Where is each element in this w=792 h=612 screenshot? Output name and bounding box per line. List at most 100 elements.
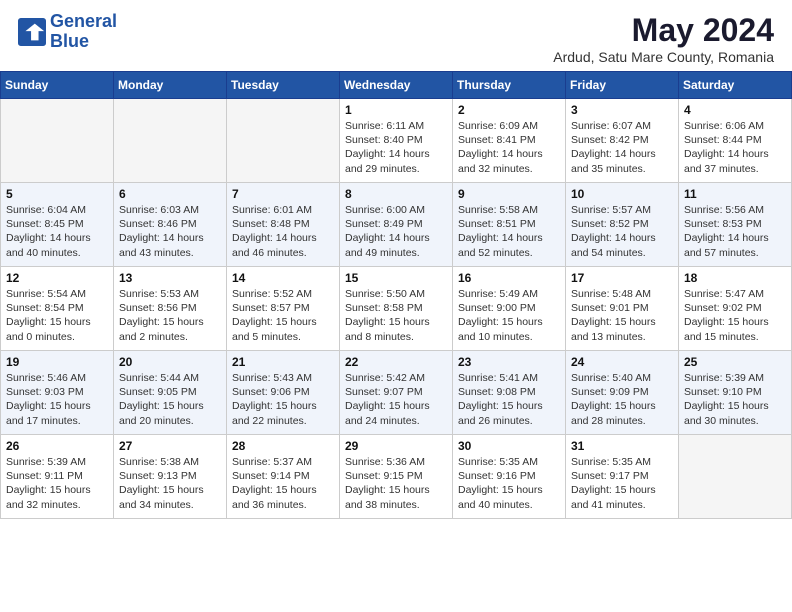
cell-content: 16Sunrise: 5:49 AM Sunset: 9:00 PM Dayli… xyxy=(458,271,560,346)
day-number: 19 xyxy=(6,355,108,369)
day-number: 16 xyxy=(458,271,560,285)
day-number: 4 xyxy=(684,103,786,117)
cell-content: 1Sunrise: 6:11 AM Sunset: 8:40 PM Daylig… xyxy=(345,103,447,178)
day-info: Sunrise: 5:50 AM Sunset: 8:58 PM Dayligh… xyxy=(345,287,447,344)
calendar-table: SundayMondayTuesdayWednesdayThursdayFrid… xyxy=(0,71,792,519)
calendar-cell: 3Sunrise: 6:07 AM Sunset: 8:42 PM Daylig… xyxy=(566,99,679,183)
day-info: Sunrise: 5:46 AM Sunset: 9:03 PM Dayligh… xyxy=(6,371,108,428)
cell-content: 30 Sunrise: 5:35 AM Sunset: 9:16 PM Dayli… xyxy=(458,439,560,514)
day-number: 22 xyxy=(345,355,447,369)
cell-content: 15 Sunrise: 5:50 AM Sunset: 8:58 PM Dayli… xyxy=(345,271,447,346)
day-info: Sunrise: 6:01 AM Sunset: 8:48 PM Dayligh… xyxy=(232,203,334,260)
cell-content: 24Sunrise: 5:40 AM Sunset: 9:09 PM Dayli… xyxy=(571,355,673,430)
day-info: Sunrise: 6:11 AM Sunset: 8:40 PM Dayligh… xyxy=(345,119,447,176)
title-block: May 2024 Ardud, Satu Mare County, Romani… xyxy=(553,12,774,65)
day-number: 14 xyxy=(232,271,334,285)
day-number: 18 xyxy=(684,271,786,285)
day-number: 27 xyxy=(119,439,221,453)
day-info: Sunrise: 5:39 AM Sunset: 9:10 PM Dayligh… xyxy=(684,371,786,428)
page-header: General Blue May 2024 Ardud, Satu Mare C… xyxy=(0,0,792,71)
day-info: Sunrise: 5:35 AM Sunset: 9:17 PM Dayligh… xyxy=(571,455,673,512)
day-info: Sunrise: 5:47 AM Sunset: 9:02 PM Dayligh… xyxy=(684,287,786,344)
calendar-cell xyxy=(227,99,340,183)
weekday-header: Tuesday xyxy=(227,72,340,99)
day-info: Sunrise: 5:35 AM Sunset: 9:16 PM Dayligh… xyxy=(458,455,560,512)
calendar-week-row: 12 Sunrise: 5:54 AM Sunset: 8:54 PM Dayli… xyxy=(1,267,792,351)
day-info: Sunrise: 5:56 AM Sunset: 8:53 PM Dayligh… xyxy=(684,203,786,260)
day-number: 17 xyxy=(571,271,673,285)
day-number: 12 xyxy=(6,271,108,285)
calendar-cell xyxy=(114,99,227,183)
calendar-cell: 10Sunrise: 5:57 AM Sunset: 8:52 PM Dayli… xyxy=(566,183,679,267)
cell-content: 23Sunrise: 5:41 AM Sunset: 9:08 PM Dayli… xyxy=(458,355,560,430)
day-number: 7 xyxy=(232,187,334,201)
cell-content: 21Sunrise: 5:43 AM Sunset: 9:06 PM Dayli… xyxy=(232,355,334,430)
calendar-cell: 2Sunrise: 6:09 AM Sunset: 8:41 PM Daylig… xyxy=(453,99,566,183)
cell-content: 3Sunrise: 6:07 AM Sunset: 8:42 PM Daylig… xyxy=(571,103,673,178)
day-info: Sunrise: 5:44 AM Sunset: 9:05 PM Dayligh… xyxy=(119,371,221,428)
calendar-cell: 5Sunrise: 6:04 AM Sunset: 8:45 PM Daylig… xyxy=(1,183,114,267)
calendar-cell: 29 Sunrise: 5:36 AM Sunset: 9:15 PM Dayli… xyxy=(340,435,453,519)
weekday-header: Thursday xyxy=(453,72,566,99)
cell-content: 18 Sunrise: 5:47 AM Sunset: 9:02 PM Dayli… xyxy=(684,271,786,346)
calendar-cell: 26Sunrise: 5:39 AM Sunset: 9:11 PM Dayli… xyxy=(1,435,114,519)
day-number: 9 xyxy=(458,187,560,201)
day-number: 26 xyxy=(6,439,108,453)
logo-text: General Blue xyxy=(50,12,117,52)
day-info: Sunrise: 5:42 AM Sunset: 9:07 PM Dayligh… xyxy=(345,371,447,428)
day-number: 15 xyxy=(345,271,447,285)
calendar-cell: 22 Sunrise: 5:42 AM Sunset: 9:07 PM Dayli… xyxy=(340,351,453,435)
logo: General Blue xyxy=(18,12,117,52)
cell-content: 11 Sunrise: 5:56 AM Sunset: 8:53 PM Dayli… xyxy=(684,187,786,262)
day-info: Sunrise: 6:04 AM Sunset: 8:45 PM Dayligh… xyxy=(6,203,108,260)
calendar-cell: 23Sunrise: 5:41 AM Sunset: 9:08 PM Dayli… xyxy=(453,351,566,435)
weekday-header: Sunday xyxy=(1,72,114,99)
calendar-cell: 9Sunrise: 5:58 AM Sunset: 8:51 PM Daylig… xyxy=(453,183,566,267)
day-info: Sunrise: 5:40 AM Sunset: 9:09 PM Dayligh… xyxy=(571,371,673,428)
calendar-cell: 18 Sunrise: 5:47 AM Sunset: 9:02 PM Dayli… xyxy=(679,267,792,351)
day-info: Sunrise: 6:06 AM Sunset: 8:44 PM Dayligh… xyxy=(684,119,786,176)
day-number: 30 xyxy=(458,439,560,453)
cell-content: 22 Sunrise: 5:42 AM Sunset: 9:07 PM Dayli… xyxy=(345,355,447,430)
calendar-cell: 12 Sunrise: 5:54 AM Sunset: 8:54 PM Dayli… xyxy=(1,267,114,351)
day-info: Sunrise: 5:52 AM Sunset: 8:57 PM Dayligh… xyxy=(232,287,334,344)
month-year-title: May 2024 xyxy=(553,12,774,49)
day-info: Sunrise: 5:36 AM Sunset: 9:15 PM Dayligh… xyxy=(345,455,447,512)
weekday-header: Monday xyxy=(114,72,227,99)
cell-content: 19 Sunrise: 5:46 AM Sunset: 9:03 PM Dayli… xyxy=(6,355,108,430)
weekday-header: Friday xyxy=(566,72,679,99)
day-number: 21 xyxy=(232,355,334,369)
calendar-week-row: 1Sunrise: 6:11 AM Sunset: 8:40 PM Daylig… xyxy=(1,99,792,183)
day-info: Sunrise: 6:03 AM Sunset: 8:46 PM Dayligh… xyxy=(119,203,221,260)
cell-content: 14 Sunrise: 5:52 AM Sunset: 8:57 PM Dayli… xyxy=(232,271,334,346)
day-info: Sunrise: 6:07 AM Sunset: 8:42 PM Dayligh… xyxy=(571,119,673,176)
day-number: 2 xyxy=(458,103,560,117)
cell-content: 29 Sunrise: 5:36 AM Sunset: 9:15 PM Dayli… xyxy=(345,439,447,514)
calendar-cell: 16Sunrise: 5:49 AM Sunset: 9:00 PM Dayli… xyxy=(453,267,566,351)
day-info: Sunrise: 5:41 AM Sunset: 9:08 PM Dayligh… xyxy=(458,371,560,428)
day-info: Sunrise: 5:37 AM Sunset: 9:14 PM Dayligh… xyxy=(232,455,334,512)
day-number: 11 xyxy=(684,187,786,201)
calendar-cell: 13Sunrise: 5:53 AM Sunset: 8:56 PM Dayli… xyxy=(114,267,227,351)
day-info: Sunrise: 5:38 AM Sunset: 9:13 PM Dayligh… xyxy=(119,455,221,512)
day-number: 29 xyxy=(345,439,447,453)
cell-content: 28Sunrise: 5:37 AM Sunset: 9:14 PM Dayli… xyxy=(232,439,334,514)
calendar-cell: 28Sunrise: 5:37 AM Sunset: 9:14 PM Dayli… xyxy=(227,435,340,519)
day-number: 20 xyxy=(119,355,221,369)
calendar-cell: 19 Sunrise: 5:46 AM Sunset: 9:03 PM Dayli… xyxy=(1,351,114,435)
calendar-week-row: 19 Sunrise: 5:46 AM Sunset: 9:03 PM Dayli… xyxy=(1,351,792,435)
cell-content: 9Sunrise: 5:58 AM Sunset: 8:51 PM Daylig… xyxy=(458,187,560,262)
calendar-cell: 21Sunrise: 5:43 AM Sunset: 9:06 PM Dayli… xyxy=(227,351,340,435)
calendar-cell xyxy=(1,99,114,183)
cell-content: 10Sunrise: 5:57 AM Sunset: 8:52 PM Dayli… xyxy=(571,187,673,262)
day-info: Sunrise: 6:00 AM Sunset: 8:49 PM Dayligh… xyxy=(345,203,447,260)
cell-content: 5Sunrise: 6:04 AM Sunset: 8:45 PM Daylig… xyxy=(6,187,108,262)
day-number: 25 xyxy=(684,355,786,369)
calendar-cell: 17Sunrise: 5:48 AM Sunset: 9:01 PM Dayli… xyxy=(566,267,679,351)
cell-content: 7 Sunrise: 6:01 AM Sunset: 8:48 PM Daylig… xyxy=(232,187,334,262)
weekday-header: Saturday xyxy=(679,72,792,99)
calendar-cell: 31 Sunrise: 5:35 AM Sunset: 9:17 PM Dayli… xyxy=(566,435,679,519)
day-info: Sunrise: 5:54 AM Sunset: 8:54 PM Dayligh… xyxy=(6,287,108,344)
day-number: 31 xyxy=(571,439,673,453)
cell-content: 17Sunrise: 5:48 AM Sunset: 9:01 PM Dayli… xyxy=(571,271,673,346)
